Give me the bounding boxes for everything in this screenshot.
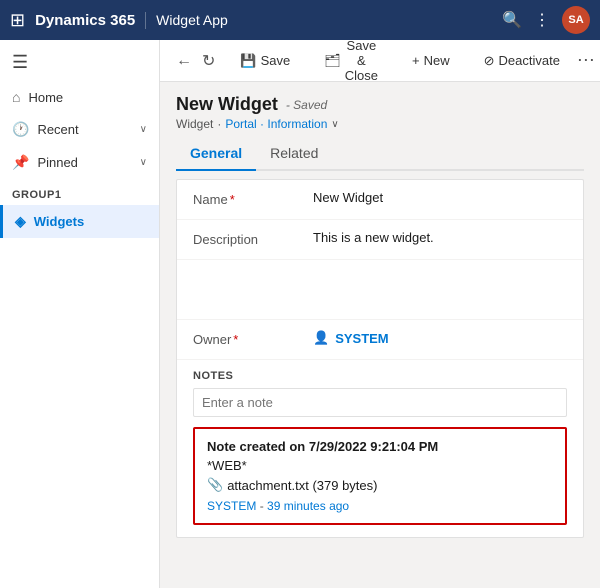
pin-icon: 📌 — [12, 154, 29, 171]
refresh-button[interactable]: ↻ — [198, 47, 219, 75]
sidebar-item-widgets[interactable]: ◈ Widgets — [0, 205, 159, 238]
sidebar-item-home[interactable]: ⌂ Home — [0, 81, 159, 113]
breadcrumb-part2[interactable]: Portal · Information — [225, 117, 327, 131]
tab-related[interactable]: Related — [256, 139, 332, 171]
toolbar-more-icon[interactable]: ⋯ — [573, 46, 599, 75]
note-author-link[interactable]: SYSTEM — [207, 499, 256, 513]
chevron-down-icon-2: ∨ — [140, 157, 147, 168]
owner-required-indicator: * — [233, 332, 238, 347]
save-label: Save — [261, 53, 291, 68]
breadcrumb: Widget · Portal · Information ∨ — [176, 117, 584, 131]
deactivate-button[interactable]: ⊘ Deactivate — [475, 48, 569, 74]
group-label: Group1 — [0, 179, 159, 205]
avatar[interactable]: SA — [562, 6, 590, 34]
owner-value[interactable]: 👤 SYSTEM — [313, 330, 567, 346]
sidebar-item-recent-label: Recent — [37, 122, 78, 137]
empty-row — [177, 260, 583, 320]
record-saved-status: - Saved — [286, 98, 327, 112]
form-row-description: Description This is a new widget. — [177, 220, 583, 260]
sidebar-item-recent[interactable]: 🕐 Recent ∨ — [0, 113, 159, 146]
note-time-ago[interactable]: 39 minutes ago — [267, 499, 349, 513]
notes-input[interactable] — [193, 388, 567, 417]
note-date: Note created on 7/29/2022 9:21:04 PM — [207, 439, 553, 454]
breadcrumb-chevron-icon[interactable]: ∨ — [331, 119, 338, 130]
notes-section: NOTES — [177, 360, 583, 417]
description-value[interactable]: This is a new widget. — [313, 230, 567, 245]
breadcrumb-part1: Widget — [176, 117, 213, 131]
form-row-owner: Owner* 👤 SYSTEM — [177, 320, 583, 360]
description-label: Description — [193, 230, 313, 247]
owner-person-icon: 👤 — [313, 330, 329, 346]
attachment-icon: 📎 — [207, 477, 223, 493]
hamburger-icon[interactable]: ☰ — [0, 44, 159, 81]
note-separator: - — [260, 499, 267, 513]
app-name: Widget App — [156, 12, 492, 28]
topbar-icons: 🔍 ⋮ SA — [502, 6, 590, 34]
back-button[interactable]: ← — [172, 48, 196, 74]
form-tabs: General Related — [176, 139, 584, 171]
name-value[interactable]: New Widget — [313, 190, 567, 205]
search-icon[interactable]: 🔍 — [502, 10, 522, 30]
top-navigation-bar: ⊞ Dynamics 365 Widget App 🔍 ⋮ SA — [0, 0, 600, 40]
more-icon[interactable]: ⋮ — [534, 10, 550, 30]
home-icon: ⌂ — [12, 89, 20, 105]
breadcrumb-sep: · — [217, 117, 221, 131]
main-layout: ☰ ⌂ Home 🕐 Recent ∨ 📌 Pinned ∨ Group1 ◈ … — [0, 40, 600, 588]
main-content: ← ↻ 💾 Save 🗂 Save & Close + New ⊘ Deacti… — [160, 40, 600, 588]
sidebar-item-widgets-label: Widgets — [34, 214, 84, 229]
note-footer: SYSTEM - 39 minutes ago — [207, 499, 553, 513]
sidebar-item-pinned-label: Pinned — [37, 155, 77, 170]
tab-general[interactable]: General — [176, 139, 256, 171]
save-close-label: Save & Close — [345, 40, 378, 83]
recent-icon: 🕐 — [12, 121, 29, 138]
note-attachment-row: 📎 attachment.txt (379 bytes) — [207, 477, 553, 493]
sidebar-item-home-label: Home — [28, 90, 63, 105]
record-title: New Widget — [176, 94, 278, 115]
form-row-name: Name* New Widget — [177, 180, 583, 220]
name-required-indicator: * — [230, 192, 235, 207]
record-title-row: New Widget - Saved — [176, 94, 584, 115]
notes-section-label: NOTES — [193, 370, 567, 382]
owner-label: Owner* — [193, 330, 313, 347]
sidebar-item-pinned[interactable]: 📌 Pinned ∨ — [0, 146, 159, 179]
form-card: Name* New Widget Description This is a n… — [176, 179, 584, 538]
content-area: New Widget - Saved Widget · Portal · Inf… — [160, 82, 600, 588]
deactivate-label: Deactivate — [499, 53, 560, 68]
owner-name: SYSTEM — [335, 331, 388, 346]
note-source: *WEB* — [207, 458, 553, 473]
new-icon: + — [412, 53, 420, 68]
toolbar: ← ↻ 💾 Save 🗂 Save & Close + New ⊘ Deacti… — [160, 40, 600, 82]
deactivate-icon: ⊘ — [484, 53, 495, 69]
app-title: Dynamics 365 — [35, 12, 146, 29]
widgets-icon: ◈ — [15, 213, 26, 230]
nav-buttons: ← ↻ — [172, 47, 219, 75]
waffle-icon[interactable]: ⊞ — [10, 10, 25, 31]
sidebar: ☰ ⌂ Home 🕐 Recent ∨ 📌 Pinned ∨ Group1 ◈ … — [0, 40, 160, 588]
save-button[interactable]: 💾 Save — [231, 48, 299, 74]
attachment-filename[interactable]: attachment.txt (379 bytes) — [227, 478, 377, 493]
new-button[interactable]: + New — [403, 48, 459, 73]
save-close-button[interactable]: 🗂 Save & Close — [315, 40, 387, 88]
record-header: New Widget - Saved Widget · Portal · Inf… — [176, 94, 584, 131]
name-label: Name* — [193, 190, 313, 207]
save-close-icon: 🗂 — [324, 53, 341, 69]
chevron-down-icon: ∨ — [140, 124, 147, 135]
new-label: New — [424, 53, 450, 68]
note-card: Note created on 7/29/2022 9:21:04 PM *WE… — [193, 427, 567, 525]
save-icon: 💾 — [240, 53, 256, 69]
